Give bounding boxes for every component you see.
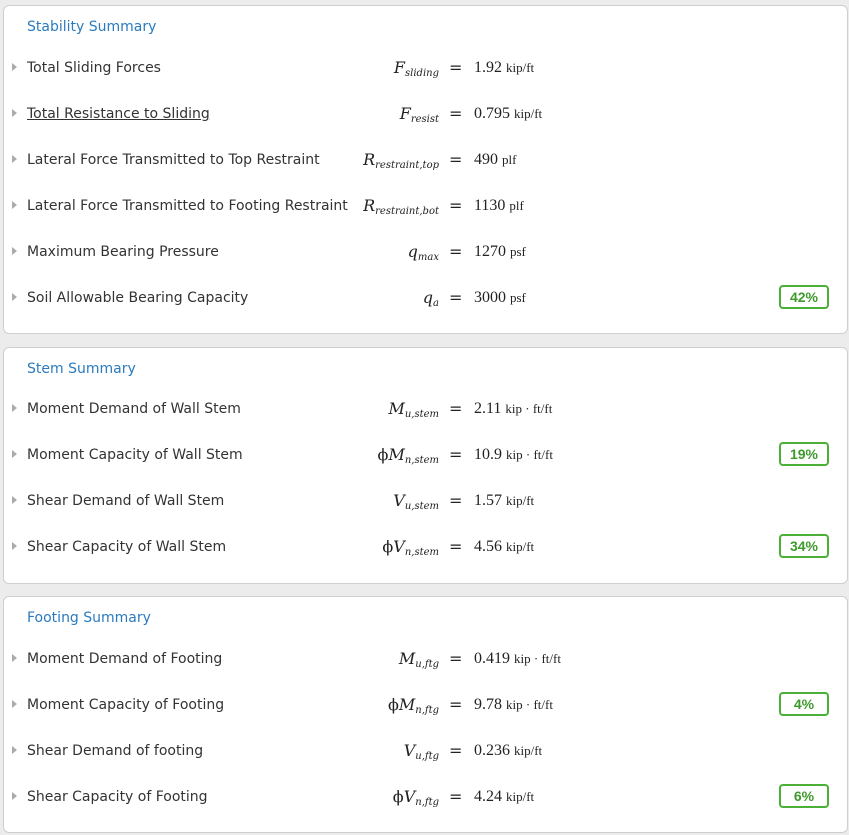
row-symbol: Vu,ftg	[403, 741, 439, 762]
result-row-max-bearing-pressure[interactable]: Maximum Bearing Pressure qmax = 1270 psf	[4, 241, 847, 263]
row-value: 0.419 kip · ft/ft	[474, 650, 561, 667]
equals-sign: =	[449, 288, 463, 307]
result-row-stem-moment-capacity[interactable]: Moment Capacity of Wall Stem ϕMn,stem = …	[4, 442, 847, 466]
row-symbol: ϕVn,stem	[382, 537, 439, 558]
stability-summary-title: Stability Summary	[27, 19, 157, 35]
row-label: Moment Capacity of Footing	[27, 697, 225, 713]
expand-arrow-icon[interactable]	[12, 542, 17, 550]
utilization-badge: 19%	[779, 442, 829, 466]
result-row-footing-moment-demand[interactable]: Moment Demand of Footing Mu,ftg = 0.419 k…	[4, 648, 847, 670]
row-label: Total Sliding Forces	[27, 60, 161, 76]
result-row-stem-shear-capacity[interactable]: Shear Capacity of Wall Stem ϕVn,stem = 4…	[4, 534, 847, 558]
result-row-allowable-bearing[interactable]: Soil Allowable Bearing Capacity qa = 300…	[4, 285, 847, 309]
row-value: 0.795 kip/ft	[474, 105, 543, 122]
row-value: 1130 plf	[474, 197, 524, 214]
expand-arrow-icon[interactable]	[12, 247, 17, 255]
utilization-badge: 6%	[779, 784, 829, 808]
expand-arrow-icon[interactable]	[12, 654, 17, 662]
row-value: 0.236 kip/ft	[474, 742, 543, 759]
result-row-footing-restraint[interactable]: Lateral Force Transmitted to Footing Res…	[4, 195, 847, 217]
expand-arrow-icon[interactable]	[12, 404, 17, 412]
row-value: 2.11 kip · ft/ft	[474, 400, 553, 417]
row-value: 10.9 kip · ft/ft	[474, 446, 553, 463]
row-label: Soil Allowable Bearing Capacity	[27, 290, 249, 306]
expand-arrow-icon[interactable]	[12, 201, 17, 209]
row-symbol: Fresist	[399, 104, 439, 125]
row-symbol: Mu,ftg	[398, 649, 439, 670]
row-value: 1270 psf	[474, 243, 526, 260]
stem-summary-card: Stem Summary Moment Demand of Wall Stem …	[3, 347, 848, 584]
equals-sign: =	[449, 787, 463, 806]
equals-sign: =	[449, 196, 463, 215]
row-label: Total Resistance to Sliding	[27, 106, 210, 122]
row-label: Shear Capacity of Wall Stem	[27, 539, 227, 555]
row-value: 9.78 kip · ft/ft	[474, 696, 553, 713]
equals-sign: =	[449, 242, 463, 261]
result-row-stem-shear-demand[interactable]: Shear Demand of Wall Stem Vu,stem = 1.57…	[4, 490, 847, 512]
result-row-footing-moment-capacity[interactable]: Moment Capacity of Footing ϕMn,ftg = 9.7…	[4, 692, 847, 716]
row-label: Shear Demand of footing	[27, 743, 204, 759]
expand-arrow-icon[interactable]	[12, 700, 17, 708]
expand-arrow-icon[interactable]	[12, 63, 17, 71]
equals-sign: =	[449, 741, 463, 760]
row-symbol: qmax	[407, 242, 439, 263]
result-row-sliding-forces[interactable]: Total Sliding Forces Fsliding = 1.92 kip/…	[4, 57, 847, 79]
row-symbol: ϕVn,ftg	[392, 787, 439, 808]
stem-summary-title: Stem Summary	[27, 361, 136, 377]
utilization-badge: 34%	[779, 534, 829, 558]
expand-arrow-icon[interactable]	[12, 450, 17, 458]
row-value: 4.56 kip/ft	[474, 538, 535, 555]
row-label: Lateral Force Transmitted to Top Restrai…	[27, 152, 320, 168]
row-symbol: Rrestraint,top	[363, 150, 439, 171]
expand-arrow-icon[interactable]	[12, 746, 17, 754]
result-row-resistance-to-sliding[interactable]: Total Resistance to Sliding Fresist = 0.…	[4, 103, 847, 125]
row-label: Maximum Bearing Pressure	[27, 244, 219, 260]
expand-arrow-icon[interactable]	[12, 792, 17, 800]
row-value: 1.57 kip/ft	[474, 492, 535, 509]
row-label: Moment Capacity of Wall Stem	[27, 447, 243, 463]
row-label: Shear Demand of Wall Stem	[27, 493, 225, 509]
expand-arrow-icon[interactable]	[12, 109, 17, 117]
equals-sign: =	[449, 537, 463, 556]
row-value: 490 plf	[474, 151, 517, 168]
expand-arrow-icon[interactable]	[12, 293, 17, 301]
equals-sign: =	[449, 445, 463, 464]
equals-sign: =	[449, 649, 463, 668]
row-value: 1.92 kip/ft	[474, 59, 535, 76]
equals-sign: =	[449, 399, 463, 418]
utilization-badge: 4%	[779, 692, 829, 716]
footing-summary-title: Footing Summary	[27, 610, 151, 626]
equals-sign: =	[449, 695, 463, 714]
utilization-badge: 42%	[779, 285, 829, 309]
row-symbol: Fsliding	[393, 58, 439, 79]
row-label: Lateral Force Transmitted to Footing Res…	[27, 198, 348, 214]
row-symbol: Vu,stem	[393, 491, 439, 512]
footing-summary-card: Footing Summary Moment Demand of Footing…	[3, 596, 848, 833]
equals-sign: =	[449, 491, 463, 510]
row-label: Moment Demand of Wall Stem	[27, 401, 241, 417]
row-symbol: ϕMn,stem	[377, 445, 439, 466]
result-row-stem-moment-demand[interactable]: Moment Demand of Wall Stem Mu,stem = 2.1…	[4, 398, 847, 420]
row-value: 4.24 kip/ft	[474, 788, 535, 805]
expand-arrow-icon[interactable]	[12, 155, 17, 163]
row-label: Shear Capacity of Footing	[27, 789, 208, 805]
result-row-top-restraint[interactable]: Lateral Force Transmitted to Top Restrai…	[4, 149, 847, 171]
row-symbol: qa	[422, 288, 439, 309]
row-value: 3000 psf	[474, 289, 526, 306]
row-label: Moment Demand of Footing	[27, 651, 223, 667]
expand-arrow-icon[interactable]	[12, 496, 17, 504]
equals-sign: =	[449, 58, 463, 77]
result-row-footing-shear-capacity[interactable]: Shear Capacity of Footing ϕVn,ftg = 4.24…	[4, 784, 847, 808]
row-symbol: Mu,stem	[388, 399, 439, 420]
result-row-footing-shear-demand[interactable]: Shear Demand of footing Vu,ftg = 0.236 ki…	[4, 740, 847, 762]
equals-sign: =	[449, 150, 463, 169]
row-symbol: ϕMn,ftg	[387, 695, 439, 716]
equals-sign: =	[449, 104, 463, 123]
row-symbol: Rrestraint,bot	[363, 196, 439, 217]
stability-summary-card: Stability Summary Total Sliding Forces F…	[3, 5, 848, 334]
